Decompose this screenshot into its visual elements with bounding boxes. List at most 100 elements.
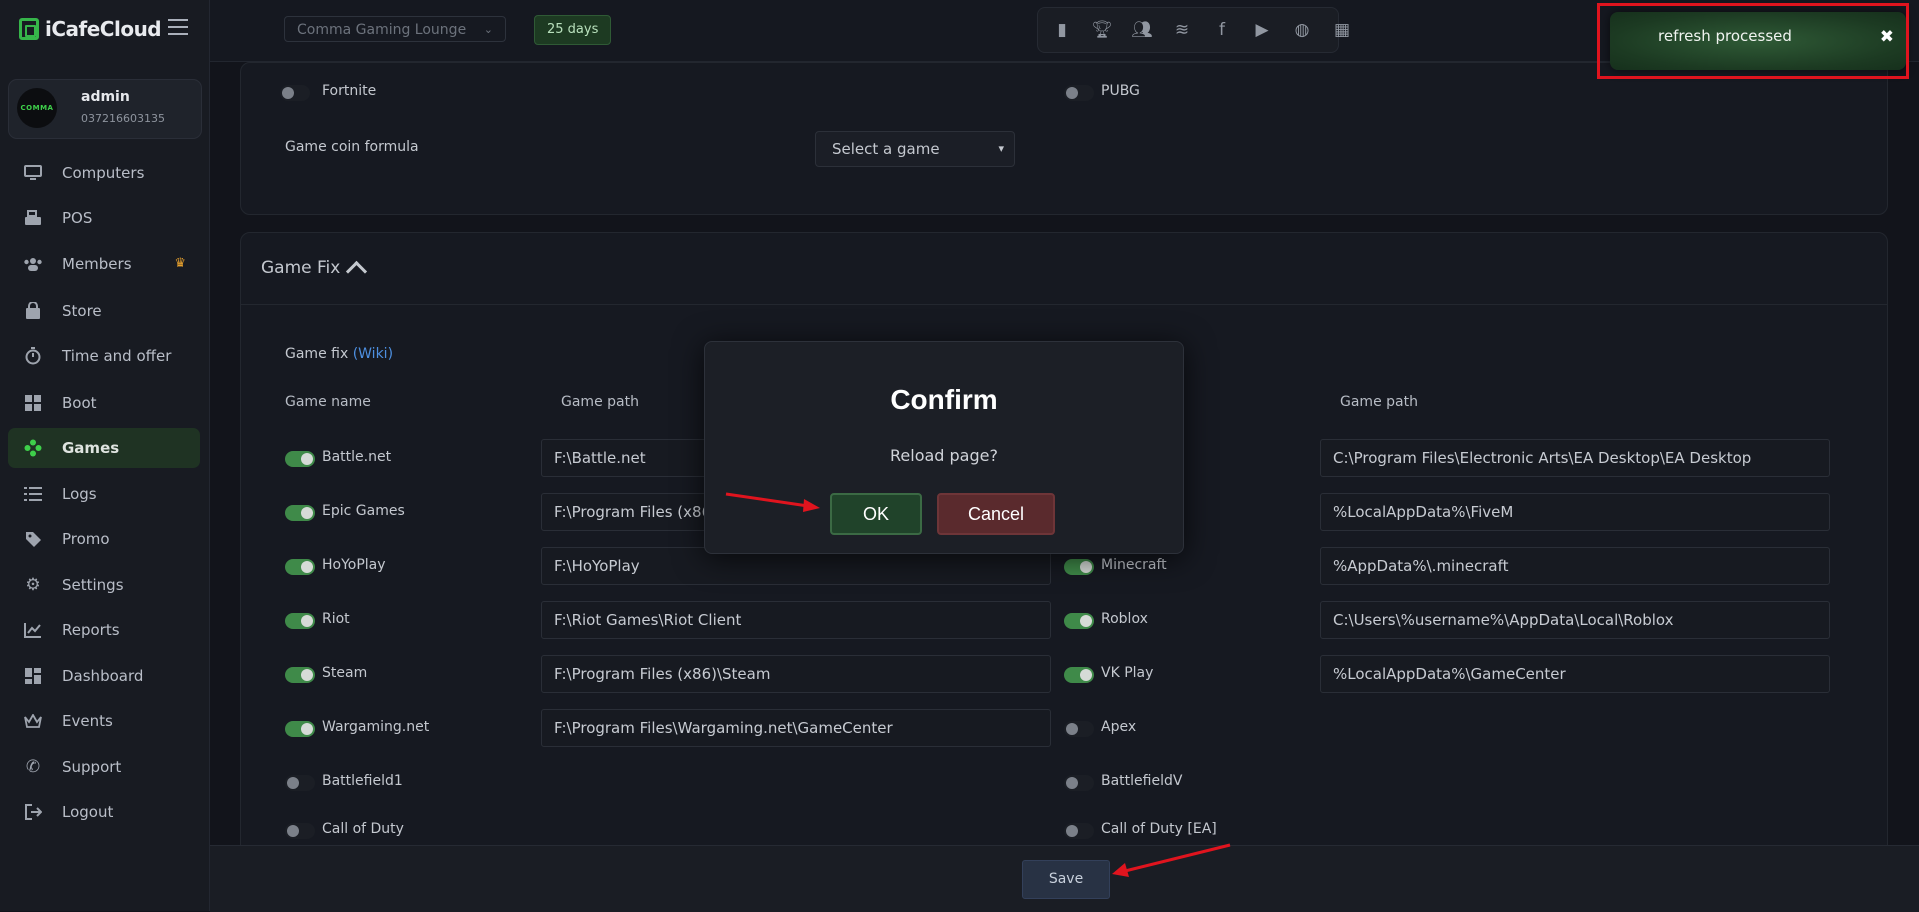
sidebar-item-computers[interactable]: Computers <box>8 153 200 193</box>
toggle-call-of-duty-ea[interactable] <box>1064 823 1094 839</box>
sidebar-item-time-and-offer[interactable]: Time and offer <box>8 336 200 376</box>
path-input-riot[interactable]: F:\Riot Games\Riot Client <box>541 601 1051 639</box>
sidebar-item-games[interactable]: Games <box>8 428 200 468</box>
facebook-icon[interactable]: f <box>1210 18 1234 42</box>
game-label: Call of Duty [EA] <box>1101 821 1217 837</box>
toggle-battlefield1[interactable] <box>285 775 315 791</box>
game-label-fortnite: Fortnite <box>322 83 377 99</box>
toggle-battle-net[interactable] <box>285 451 315 467</box>
cancel-button[interactable]: Cancel <box>937 493 1055 535</box>
logo-text: iCafeCloud <box>45 17 162 41</box>
game-fix-label: Game fix (Wiki) <box>285 346 394 362</box>
crown-icon <box>22 710 44 732</box>
sidebar-item-members[interactable]: Members ♛ <box>8 244 200 284</box>
toggle-roblox[interactable] <box>1064 613 1094 629</box>
sidebar-item-store[interactable]: Store <box>8 291 200 331</box>
path-input-minecraft[interactable]: %AppData%\.minecraft <box>1320 547 1830 585</box>
sidebar-item-promo[interactable]: Promo <box>8 519 200 559</box>
game-label: Minecraft <box>1101 557 1167 573</box>
divider <box>241 304 1887 305</box>
sidebar-item-dashboard[interactable]: Dashboard <box>8 656 200 696</box>
toggle-minecraft[interactable] <box>1064 559 1094 575</box>
logout-icon <box>22 801 44 823</box>
sidebar: iCafeCloud COMMA admin 037216603135 Comp… <box>0 0 210 911</box>
path-input-ea-desktop[interactable]: C:\Program Files\Electronic Arts\EA Desk… <box>1320 439 1830 477</box>
game-label: Roblox <box>1101 611 1148 627</box>
trophy-icon[interactable]: 🏆︎ <box>1090 18 1114 42</box>
app-logo[interactable]: iCafeCloud <box>19 17 162 41</box>
top-icon-bar: ▮ 🏆︎ 👥︎ ≋ f ▶ ◍ ▦ <box>1037 7 1350 53</box>
sidebar-item-label: Time and offer <box>62 347 172 365</box>
game-label: VK Play <box>1101 665 1154 681</box>
ok-button[interactable]: OK <box>830 493 922 535</box>
path-input-steam[interactable]: F:\Program Files (x86)\Steam <box>541 655 1051 693</box>
chevron-down-icon: ⌄ <box>483 23 493 36</box>
youtube-icon[interactable]: ▶ <box>1250 18 1274 42</box>
sidebar-item-events[interactable]: Events <box>8 701 200 741</box>
group-icon[interactable]: 👥︎ <box>1130 18 1154 42</box>
toggle-pubg[interactable] <box>1064 85 1094 101</box>
toggle-riot[interactable] <box>285 613 315 629</box>
toggle-steam[interactable] <box>285 667 315 683</box>
sidebar-item-label: POS <box>62 209 93 227</box>
toggle-apex[interactable] <box>1064 721 1094 737</box>
game-label: BattlefieldV <box>1101 773 1183 789</box>
bag-icon <box>22 300 44 322</box>
sidebar-item-label: Dashboard <box>62 667 144 685</box>
bottom-bar: Save <box>210 845 1919 912</box>
crown-icon: ♛ <box>174 256 186 271</box>
rss-icon[interactable]: ≋ <box>1170 18 1194 42</box>
save-button[interactable]: Save <box>1022 860 1110 899</box>
game-label: Call of Duty <box>322 821 404 837</box>
sidebar-item-label: Computers <box>62 164 145 182</box>
globe-icon[interactable]: ◍ <box>1290 18 1314 42</box>
ranking-icon[interactable]: ▮ <box>1050 18 1074 42</box>
sidebar-item-logs[interactable]: Logs <box>8 474 200 514</box>
path-input-vk-play[interactable]: %LocalAppData%\GameCenter <box>1320 655 1830 693</box>
users-icon <box>22 253 44 275</box>
toggle-call-of-duty[interactable] <box>285 823 315 839</box>
sidebar-item-label: Events <box>62 712 113 730</box>
dialog-message: Reload page? <box>890 446 998 465</box>
sidebar-item-reports[interactable]: Reports <box>8 610 200 650</box>
game-label-pubg: PUBG <box>1101 83 1140 99</box>
gear-icon: ⚙ <box>25 575 41 595</box>
sidebar-item-pos[interactable]: POS <box>8 198 200 238</box>
toggle-vk-play[interactable] <box>1064 667 1094 683</box>
sidebar-item-label: Settings <box>62 576 124 594</box>
game-label: Battlefield1 <box>322 773 403 789</box>
game-label: Battle.net <box>322 449 392 465</box>
toggle-hoyoplay[interactable] <box>285 559 315 575</box>
windows-icon <box>22 392 44 414</box>
sidebar-item-label: Games <box>62 439 120 457</box>
sidebar-item-logout[interactable]: Logout <box>8 792 200 832</box>
news-icon[interactable]: ▦ <box>1330 18 1354 42</box>
sidebar-item-label: Store <box>62 302 102 320</box>
dashboard-icon <box>22 665 44 687</box>
game-coin-formula-select[interactable]: Select a game ▾ <box>815 131 1015 167</box>
toggle-wargaming[interactable] <box>285 721 315 737</box>
list-icon <box>22 483 44 505</box>
game-label: HoYoPlay <box>322 557 386 573</box>
toggle-battlefieldv[interactable] <box>1064 775 1094 791</box>
sidebar-item-support[interactable]: ✆ Support <box>8 747 200 787</box>
toggle-fortnite[interactable] <box>280 85 310 101</box>
game-fix-title: Game Fix <box>261 258 341 278</box>
game-coin-panel <box>240 62 1888 215</box>
col-header-game-name: Game name <box>285 394 371 410</box>
path-input-wargaming[interactable]: F:\Program Files\Wargaming.net\GameCente… <box>541 709 1051 747</box>
toggle-epic-games[interactable] <box>285 505 315 521</box>
sidebar-item-label: Support <box>62 758 122 776</box>
cafe-selector[interactable]: Comma Gaming Lounge ⌄ <box>284 16 506 42</box>
user-card[interactable]: COMMA admin 037216603135 <box>8 79 202 139</box>
register-icon <box>22 207 44 229</box>
menu-toggle-icon[interactable] <box>168 19 188 35</box>
path-input-fivem[interactable]: %LocalAppData%\FiveM <box>1320 493 1830 531</box>
wiki-link[interactable]: (Wiki) <box>353 346 393 362</box>
path-input-roblox[interactable]: C:\Users\%username%\AppData\Local\Roblox <box>1320 601 1830 639</box>
avatar: COMMA <box>17 88 57 128</box>
user-name: admin <box>81 89 130 105</box>
sidebar-item-label: Logs <box>62 485 97 503</box>
sidebar-item-boot[interactable]: Boot <box>8 383 200 423</box>
sidebar-item-settings[interactable]: ⚙ Settings <box>8 565 200 605</box>
